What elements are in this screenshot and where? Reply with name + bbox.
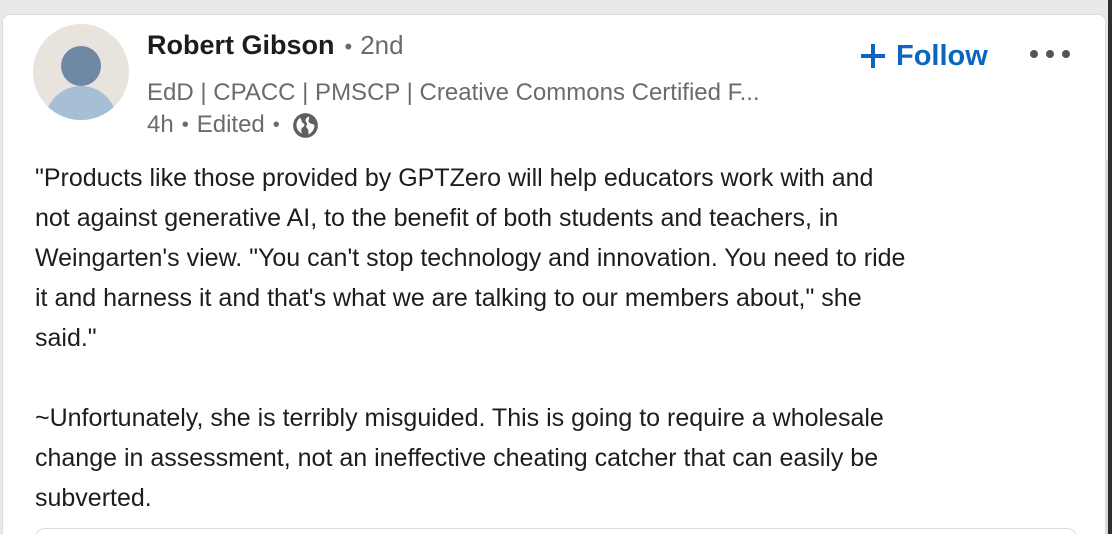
edited-label: Edited <box>196 111 265 138</box>
plus-icon <box>860 43 886 69</box>
follow-button[interactable]: Follow <box>860 36 988 76</box>
author-name[interactable]: Robert Gibson <box>147 30 335 61</box>
avatar-head <box>61 46 101 86</box>
post-body: "Products like those provided by GPTZero… <box>35 158 1075 518</box>
separator-dot: • <box>272 113 280 136</box>
separator-dot: • <box>344 34 353 59</box>
author-headline[interactable]: EdD | CPACC | PMSCP | Creative Commons C… <box>147 79 760 107</box>
author-avatar[interactable] <box>33 24 129 120</box>
post-meta: 4h • Edited • <box>147 110 319 140</box>
embedded-preview-edge <box>35 528 1077 534</box>
post-time[interactable]: 4h <box>147 111 174 139</box>
follow-label: Follow <box>896 39 988 72</box>
author-name-row: Robert Gibson • 2nd <box>147 30 404 62</box>
feed-page: Robert Gibson • 2nd EdD | CPACC | PMSCP … <box>0 0 1112 534</box>
post-paragraph: "Products like those provided by GPTZero… <box>35 164 906 352</box>
scrollbar-track <box>1106 160 1108 534</box>
default-avatar-icon <box>45 86 117 120</box>
window-edge <box>1108 0 1112 534</box>
post-paragraph: ~Unfortunately, she is terribly misguide… <box>35 404 884 512</box>
separator-dot: • <box>181 113 189 136</box>
globe-icon <box>292 112 319 139</box>
more-horizontal-icon[interactable] <box>1028 44 1074 64</box>
connection-degree: 2nd <box>360 30 404 60</box>
